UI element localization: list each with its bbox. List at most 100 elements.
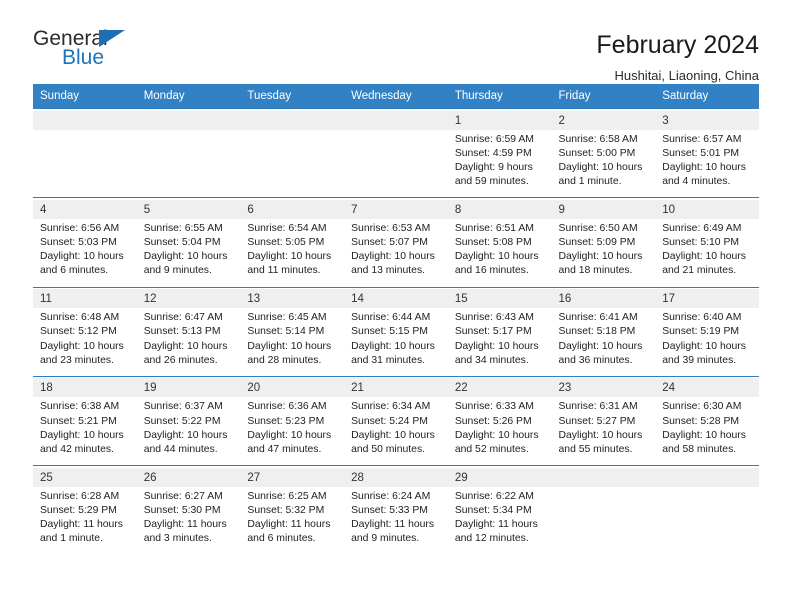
day-daylight1-text: Daylight: 10 hours [662,251,746,263]
day-number-cell[interactable]: 17 [655,289,759,309]
day-daylight2-text: and 9 minutes. [351,533,420,545]
day-info-cell[interactable]: Sunrise: 6:58 AM Sunset: 5:00 PM Daylight:… [551,129,656,198]
day-info-cell[interactable]: Sunrise: 6:40 AM Sunset: 5:19 PM Daylight:… [655,308,759,377]
day-number-cell[interactable]: 20 [240,378,345,398]
day-info-cell[interactable]: Sunrise: 6:31 AM Sunset: 5:27 PM Daylight:… [551,397,656,466]
day-number: 11 [40,293,52,306]
day-info-cell[interactable]: Sunrise: 6:59 AM Sunset: 4:59 PM Daylight:… [447,129,552,198]
day-info-cell[interactable]: Sunrise: 6:44 AM Sunset: 5:15 PM Daylight:… [344,308,448,377]
general-blue-logo[interactable]: General Blue [33,28,138,74]
day-info-cell[interactable]: Sunrise: 6:37 AM Sunset: 5:22 PM Daylight:… [136,397,241,466]
day-number: 6 [247,203,254,216]
day-sunrise-text: Sunrise: 6:44 AM [351,312,431,324]
day-sunset-text: Sunset: 5:04 PM [143,237,221,249]
day-number-cell[interactable]: 15 [447,289,552,309]
day-number-cell[interactable]: 8 [447,199,552,219]
day-number: 27 [247,471,261,484]
day-info-cell[interactable]: Sunrise: 6:45 AM Sunset: 5:14 PM Daylight:… [240,308,345,377]
day-number-cell[interactable]: 26 [136,467,241,487]
day-info-cell [655,486,759,555]
day-number-cell[interactable]: 25 [33,467,137,487]
day-number-cell[interactable]: 18 [33,378,137,398]
day-info-cell[interactable]: Sunrise: 6:22 AM Sunset: 5:34 PM Daylight:… [447,486,552,555]
day-number: 28 [351,471,364,484]
day-daylight1-text: Daylight: 10 hours [40,340,124,352]
day-info-cell [33,129,137,198]
day-daylight2-text: and 34 minutes. [454,354,529,366]
day-number-cell[interactable]: 27 [240,467,345,487]
day-info-cell[interactable]: Sunrise: 6:25 AM Sunset: 5:32 PM Daylight:… [240,486,345,555]
day-number: 15 [454,293,468,306]
day-info-cell[interactable]: Sunrise: 6:57 AM Sunset: 5:01 PM Daylight:… [655,129,759,198]
day-sunrise-text: Sunrise: 6:28 AM [40,490,120,502]
day-info-cell[interactable]: Sunrise: 6:48 AM Sunset: 5:12 PM Daylight:… [33,308,137,377]
day-sunrise-text: Sunrise: 6:24 AM [351,490,431,502]
day-number-cell[interactable]: 13 [240,289,345,309]
day-number-cell[interactable]: 2 [551,110,656,130]
day-sunset-text: Sunset: 5:18 PM [558,326,636,338]
day-info-cell[interactable]: Sunrise: 6:38 AM Sunset: 5:21 PM Daylight:… [33,397,137,466]
day-daylight2-text: and 47 minutes. [247,444,322,456]
day-number-cell[interactable]: 6 [240,199,345,219]
day-info-cell[interactable]: Sunrise: 6:24 AM Sunset: 5:33 PM Daylight:… [344,486,448,555]
day-number-cell[interactable]: 28 [344,467,448,487]
day-number-cell[interactable]: 24 [655,378,759,398]
day-info-cell[interactable]: Sunrise: 6:41 AM Sunset: 5:18 PM Daylight:… [551,308,656,377]
day-number: 12 [143,293,157,306]
day-info-cell[interactable]: Sunrise: 6:47 AM Sunset: 5:13 PM Daylight:… [136,308,241,377]
day-info-cell[interactable]: Sunrise: 6:33 AM Sunset: 5:26 PM Daylight:… [447,397,552,466]
day-number-cell [551,467,656,487]
day-info-cell[interactable]: Sunrise: 6:28 AM Sunset: 5:29 PM Daylight:… [33,486,137,555]
day-info-cell[interactable]: Sunrise: 6:51 AM Sunset: 5:08 PM Daylight:… [447,218,552,288]
day-number-cell[interactable]: 4 [33,199,137,219]
day-number-cell[interactable]: 11 [33,289,137,309]
day-sunset-text: Sunset: 5:12 PM [40,326,117,338]
day-sunset-text: Sunset: 5:03 PM [40,237,117,249]
day-daylight2-text: and 31 minutes. [351,354,426,366]
day-info-cell[interactable]: Sunrise: 6:43 AM Sunset: 5:17 PM Daylight:… [447,308,552,377]
day-number-cell[interactable]: 23 [551,378,656,398]
day-info-cell[interactable]: Sunrise: 6:49 AM Sunset: 5:10 PM Daylight:… [655,218,759,288]
day-number-cell[interactable]: 5 [136,199,241,219]
day-number-cell[interactable]: 14 [344,289,448,309]
day-number-cell[interactable]: 21 [344,378,448,398]
day-info-cell [240,129,345,198]
day-info-cell[interactable]: Sunrise: 6:55 AM Sunset: 5:04 PM Daylight:… [136,218,241,288]
day-info-cell[interactable]: Sunrise: 6:27 AM Sunset: 5:30 PM Daylight:… [136,486,241,555]
day-number-cell[interactable]: 22 [447,378,552,398]
day-number-cell[interactable]: 12 [136,289,241,309]
day-number-cell[interactable]: 19 [136,378,241,398]
day-info-cell[interactable]: Sunrise: 6:30 AM Sunset: 5:28 PM Daylight:… [655,397,759,466]
day-sunrise-text: Sunrise: 6:49 AM [662,222,742,234]
weekday-header-wednesday: Wednesday [344,84,448,109]
day-info-cell[interactable]: Sunrise: 6:53 AM Sunset: 5:07 PM Daylight:… [344,218,448,288]
week-info-row: Sunrise: 6:56 AM Sunset: 5:03 PM Daylight:… [33,218,759,288]
day-number-cell[interactable]: 16 [551,289,656,309]
day-number-cell[interactable]: 3 [655,110,759,130]
weekday-header-monday: Monday [136,84,241,109]
day-daylight2-text: and 59 minutes. [454,176,529,188]
day-daylight1-text: Daylight: 10 hours [247,429,332,441]
day-info-cell[interactable]: Sunrise: 6:34 AM Sunset: 5:24 PM Daylight:… [344,397,448,466]
day-number: 10 [662,203,676,216]
day-number-cell[interactable]: 7 [344,199,448,219]
calendar-page: General Blue February 2024 Hushitai, Lia… [0,0,792,612]
day-number-cell[interactable]: 1 [447,110,552,130]
day-info-cell[interactable]: Sunrise: 6:50 AM Sunset: 5:09 PM Daylight:… [551,218,656,288]
day-info-cell[interactable]: Sunrise: 6:56 AM Sunset: 5:03 PM Daylight:… [33,218,137,288]
day-info-cell[interactable]: Sunrise: 6:36 AM Sunset: 5:23 PM Daylight:… [240,397,345,466]
day-daylight2-text: and 13 minutes. [351,265,426,277]
day-number-cell[interactable]: 9 [551,199,656,219]
day-daylight1-text: Daylight: 10 hours [247,251,332,263]
day-sunrise-text: Sunrise: 6:56 AM [40,222,120,234]
page-header: General Blue February 2024 Hushitai, Lia… [0,0,792,84]
day-sunrise-text: Sunrise: 6:54 AM [247,222,327,234]
day-sunrise-text: Sunrise: 6:38 AM [40,401,120,413]
day-info-cell[interactable]: Sunrise: 6:54 AM Sunset: 5:05 PM Daylight:… [240,218,345,288]
calendar-table: Sunday Monday Tuesday Wednesday Thursday… [33,84,759,555]
day-sunset-text: Sunset: 5:21 PM [40,415,117,427]
day-number-cell[interactable]: 10 [655,199,759,219]
day-daylight1-text: Daylight: 10 hours [40,429,124,441]
day-number-cell[interactable]: 29 [447,467,552,487]
day-sunset-text: Sunset: 4:59 PM [454,147,532,159]
